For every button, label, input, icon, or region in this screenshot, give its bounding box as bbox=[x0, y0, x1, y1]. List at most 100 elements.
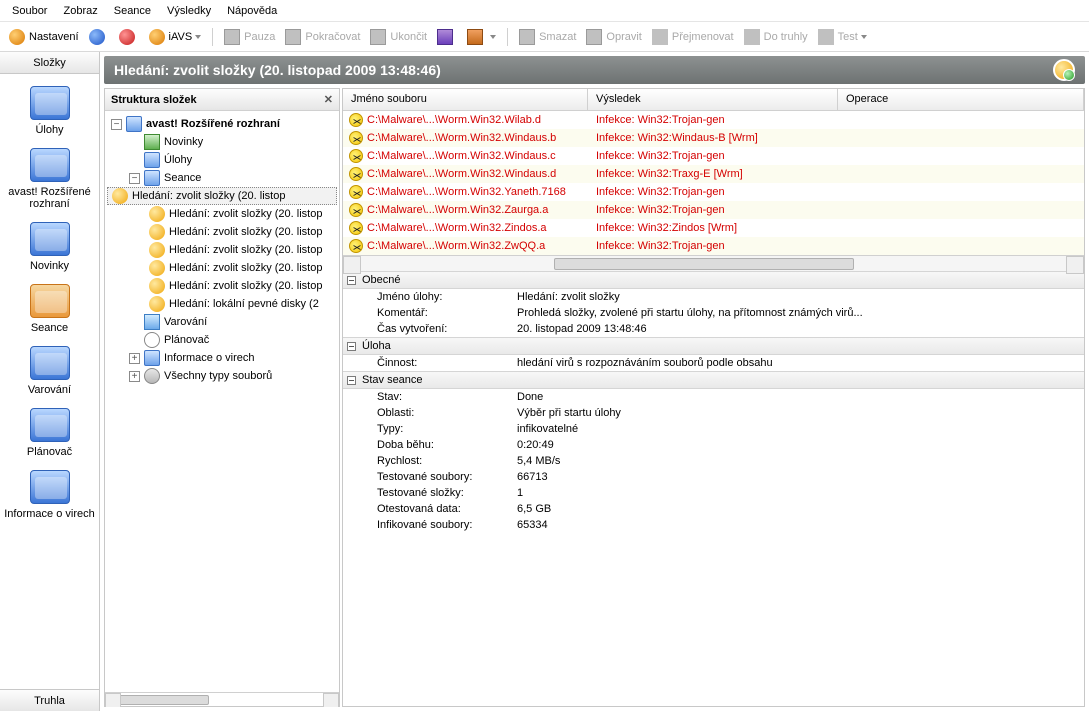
sidebar-item-news[interactable]: Novinky bbox=[0, 222, 99, 272]
table-row[interactable]: C:\Malware\...\Worm.Win32.Windaus.cInfek… bbox=[343, 147, 1084, 165]
menubar: Soubor Zobraz Seance Výsledky Nápověda bbox=[0, 0, 1089, 22]
shield-button[interactable] bbox=[432, 27, 462, 47]
toolbar: Nastavení iAVS Pauza Pokračovat Ukončit … bbox=[0, 22, 1089, 52]
col-result[interactable]: Výsledek bbox=[588, 89, 838, 110]
stop-icon bbox=[119, 29, 135, 45]
expand-icon[interactable]: + bbox=[129, 353, 140, 364]
cell-result: Infekce: Win32:Windaus-B [Wrm] bbox=[596, 132, 846, 144]
disk-icon bbox=[144, 368, 160, 384]
table-row[interactable]: C:\Malware\...\Worm.Win32.ZwQQ.a Infekce:… bbox=[343, 237, 1084, 255]
extended-icon bbox=[30, 148, 70, 182]
end-button[interactable]: Ukončit bbox=[365, 27, 432, 47]
table-row[interactable]: C:\Malware\...\Worm.Win32.Zindos.a Infekc… bbox=[343, 219, 1084, 237]
tochest-button[interactable]: Do truhly bbox=[739, 27, 813, 47]
section-session[interactable]: Stav seance bbox=[343, 371, 1084, 389]
table-row[interactable]: C:\Malware\...\Worm.Win32.Windaus.b Infek… bbox=[343, 129, 1084, 147]
menu-help[interactable]: Nápověda bbox=[219, 2, 285, 20]
iavs-button[interactable]: iAVS bbox=[144, 27, 207, 47]
table-row[interactable]: C:\Malware\...\Worm.Win32.Windaus.dInfek… bbox=[343, 165, 1084, 183]
scan-icon bbox=[149, 278, 165, 294]
collapse-icon[interactable]: − bbox=[111, 119, 122, 130]
pause-button[interactable]: Pauza bbox=[219, 27, 280, 47]
repair-button[interactable]: Opravit bbox=[581, 27, 646, 47]
menu-results[interactable]: Výsledky bbox=[159, 2, 219, 20]
pause-icon bbox=[224, 29, 240, 45]
sidebar-item-sessions[interactable]: Seance bbox=[0, 284, 99, 334]
settings-button[interactable]: Nastavení bbox=[4, 27, 84, 47]
globe-button[interactable] bbox=[84, 27, 114, 47]
cell-file: C:\Malware\...\Worm.Win32.Windaus.c bbox=[367, 150, 556, 162]
folder-icon bbox=[144, 170, 160, 186]
cell-file: C:\Malware\...\Worm.Win32.Windaus.b bbox=[367, 132, 556, 144]
collapse-icon[interactable]: − bbox=[129, 173, 140, 184]
tree-item-selected[interactable]: Hledání: zvolit složky (20. listop bbox=[107, 187, 337, 205]
sidebar-item-tasks[interactable]: Úlohy bbox=[0, 86, 99, 136]
scheduler-icon bbox=[30, 408, 70, 442]
scan-icon bbox=[149, 242, 165, 258]
news-icon bbox=[30, 222, 70, 256]
sidebar-item-scheduler[interactable]: Plánovač bbox=[0, 408, 99, 458]
globe-icon bbox=[89, 29, 105, 45]
collapse-icon[interactable] bbox=[347, 342, 356, 351]
sidebar-header-folders[interactable]: Složky bbox=[0, 52, 99, 74]
chest-button-small[interactable] bbox=[462, 27, 501, 47]
folder-icon bbox=[144, 350, 160, 366]
collapse-icon[interactable] bbox=[347, 276, 356, 285]
sidebar-item-extended[interactable]: avast! Rozšířené rozhraní bbox=[0, 148, 99, 210]
results-rows[interactable]: C:\Malware\...\Worm.Win32.Wilab.d Infekce… bbox=[343, 111, 1084, 255]
iavs-icon bbox=[149, 29, 165, 45]
page-title-bar: Hledání: zvolit složky (20. listopad 200… bbox=[104, 56, 1085, 84]
chevron-down-icon bbox=[195, 35, 201, 39]
folder-icon bbox=[126, 116, 142, 132]
shield-icon bbox=[437, 29, 453, 45]
cell-file: C:\Malware\...\Worm.Win32.ZwQQ.a bbox=[367, 240, 545, 252]
menu-view[interactable]: Zobraz bbox=[55, 2, 105, 20]
cell-result: Infekce: Win32:Trojan-gen bbox=[596, 240, 846, 252]
results-hscrollbar[interactable] bbox=[343, 255, 1084, 271]
table-row[interactable]: C:\Malware\...\Worm.Win32.Wilab.dInfekce… bbox=[343, 111, 1084, 129]
stop-button[interactable] bbox=[114, 27, 144, 47]
cell-file: C:\Malware\...\Worm.Win32.Windaus.d bbox=[367, 168, 556, 180]
results-columns[interactable]: Jméno souboru Výsledek Operace bbox=[343, 89, 1084, 111]
menu-file[interactable]: Soubor bbox=[4, 2, 55, 20]
virusinfo-icon bbox=[30, 470, 70, 504]
sidebar-item-warnings[interactable]: Varování bbox=[0, 346, 99, 396]
end-icon bbox=[370, 29, 386, 45]
menu-sessions[interactable]: Seance bbox=[106, 2, 159, 20]
scan-icon bbox=[149, 224, 165, 240]
sidebar-header-chest[interactable]: Truhla bbox=[0, 689, 99, 711]
folder-icon bbox=[144, 152, 160, 168]
sidebar-item-virusinfo[interactable]: Informace o virech bbox=[0, 470, 99, 520]
close-icon[interactable]: ✕ bbox=[324, 93, 333, 106]
table-row[interactable]: C:\Malware\...\Worm.Win32.Yaneth.7168 Inf… bbox=[343, 183, 1084, 201]
page-title: Hledání: zvolit složky (20. listopad 200… bbox=[114, 62, 441, 78]
treasure-icon bbox=[744, 29, 760, 45]
cell-file: C:\Malware\...\Worm.Win32.Zindos.a bbox=[367, 222, 547, 234]
tree-hscrollbar[interactable] bbox=[105, 692, 339, 706]
col-operation[interactable]: Operace bbox=[838, 89, 1084, 110]
virus-icon bbox=[349, 185, 363, 199]
test-button[interactable]: Test bbox=[813, 27, 872, 47]
expand-icon[interactable]: + bbox=[129, 371, 140, 382]
cell-result: Infekce: Win32:Trojan-gen bbox=[596, 186, 846, 198]
news-icon bbox=[144, 134, 160, 150]
continue-button[interactable]: Pokračovat bbox=[280, 27, 365, 47]
cell-file: C:\Malware\...\Worm.Win32.Yaneth.7168 bbox=[367, 186, 566, 198]
sessions-icon bbox=[30, 284, 70, 318]
cell-result: Infekce: Win32:Trojan-gen bbox=[596, 204, 846, 216]
virus-icon bbox=[349, 239, 363, 253]
cell-file: C:\Malware\...\Worm.Win32.Zaurga.a bbox=[367, 204, 548, 216]
delete-button[interactable]: Smazat bbox=[514, 27, 581, 47]
cell-result: Infekce: Win32:Zindos [Wrm] bbox=[596, 222, 846, 234]
scan-icon bbox=[149, 260, 165, 276]
table-row[interactable]: C:\Malware\...\Worm.Win32.Zaurga.a Infekc… bbox=[343, 201, 1084, 219]
section-task[interactable]: Úloha bbox=[343, 337, 1084, 355]
cell-file: C:\Malware\...\Worm.Win32.Wilab.d bbox=[367, 114, 541, 126]
tree-body[interactable]: −avast! Rozšířené rozhraní Novinky Úlohy… bbox=[105, 111, 339, 692]
rename-button[interactable]: Přejmenovat bbox=[647, 27, 739, 47]
tree-panel: Struktura složek ✕ −avast! Rozšířené roz… bbox=[104, 88, 340, 707]
collapse-icon[interactable] bbox=[347, 376, 356, 385]
col-filename[interactable]: Jméno souboru bbox=[343, 89, 588, 110]
scan-icon bbox=[149, 296, 165, 312]
section-general[interactable]: Obecné bbox=[343, 271, 1084, 289]
